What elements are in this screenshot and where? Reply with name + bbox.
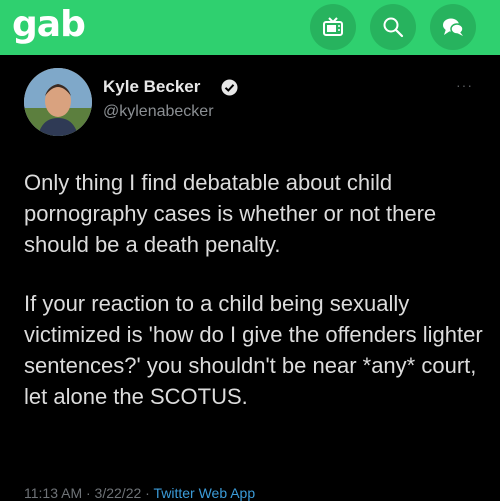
tweet-footer: 11:13 AM · 3/22/22 · Twitter Web App: [24, 485, 255, 501]
more-options-icon[interactable]: ···: [456, 77, 473, 93]
chat-button[interactable]: [430, 4, 476, 50]
search-button[interactable]: [370, 4, 416, 50]
tv-button[interactable]: [310, 4, 356, 50]
author-name[interactable]: Kyle Becker: [103, 77, 200, 97]
tweet-card: Kyle Becker @kylenabecker ··· Only thing…: [0, 55, 500, 501]
top-bar: gab: [0, 0, 500, 55]
search-icon: [383, 17, 404, 38]
tweet-timestamp[interactable]: 11:13 AM · 3/22/22 ·: [24, 485, 153, 501]
avatar[interactable]: [24, 68, 92, 136]
chat-icon: [443, 18, 464, 36]
author-handle[interactable]: @kylenabecker: [103, 103, 214, 121]
verified-icon: [221, 79, 238, 96]
tv-icon: [323, 17, 343, 36]
tweet-text-paragraph-1: Only thing I find debatable about child …: [24, 170, 437, 257]
gab-logo[interactable]: gab: [12, 3, 86, 47]
tweet-source-link[interactable]: Twitter Web App: [153, 485, 255, 501]
tweet-text-paragraph-2: If your reaction to a child being sexual…: [24, 291, 483, 409]
